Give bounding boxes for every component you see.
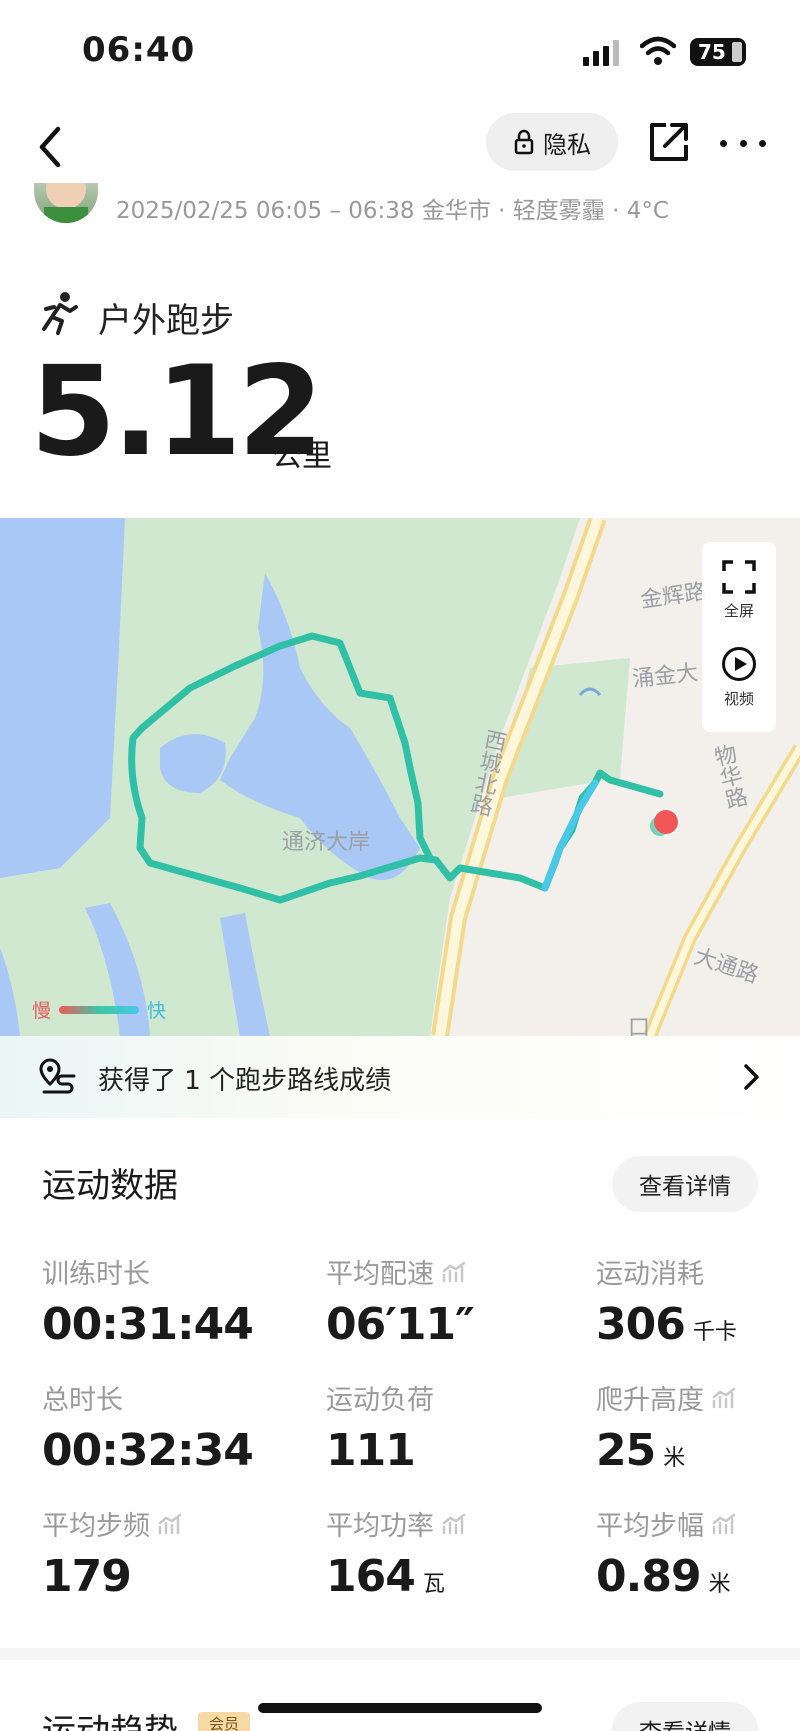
fullscreen-icon (722, 560, 756, 594)
sport-data-title: 运动数据 (42, 1166, 178, 1206)
map-label-lake: 通济大岸 (282, 830, 371, 855)
trend-view-details-button[interactable]: 查看详情 (612, 1702, 758, 1731)
trend-chart-icon (712, 1387, 736, 1408)
metric-value: 00:32:34 (42, 1425, 254, 1476)
fullscreen-label: 全屏 (723, 602, 754, 620)
route-achievement-text: 获得了 1 个跑步路线成绩 (98, 1066, 392, 1096)
metric-label: 运动负荷 (326, 1385, 434, 1416)
status-bar: 06:40 75 (0, 0, 800, 105)
activity-meta: 2025/02/25 06:05 – 06:38 金华市 · 轻度雾霾 · 4°… (116, 198, 669, 224)
wifi-icon (640, 36, 676, 65)
metric-value: 06′11″ (326, 1299, 475, 1350)
metric-label: 平均步频 (42, 1511, 150, 1542)
metric-unit: 米 (663, 1446, 686, 1471)
map-tools: 全屏 视频 (702, 542, 776, 732)
metric-value: 00:31:44 (42, 1299, 254, 1350)
map-label-other-road: 口 (628, 1016, 651, 1036)
metric-unit: 米 (708, 1572, 731, 1597)
metric-label: 平均步幅 (596, 1511, 704, 1542)
fullscreen-button[interactable]: 全屏 (702, 560, 776, 640)
metric-elevation-gain[interactable]: 爬升高度 25 米 (596, 1378, 738, 1476)
battery-level: 75 (698, 40, 726, 64)
running-icon (42, 292, 78, 335)
metric-label: 总时长 (42, 1385, 123, 1416)
pace-legend: 慢 快 (32, 996, 166, 1023)
metric-total-duration: 总时长 00:32:34 (42, 1378, 254, 1476)
metric-avg-cadence[interactable]: 平均步频 179 (42, 1504, 184, 1602)
legend-fast: 快 (147, 1000, 167, 1022)
back-button[interactable] (30, 119, 74, 175)
route-pin-icon (39, 1058, 76, 1094)
metric-label: 爬升高度 (596, 1385, 704, 1416)
metric-value: 306 (596, 1299, 686, 1350)
metric-avg-power[interactable]: 平均功率 164 瓦 (326, 1504, 468, 1602)
metric-value: 179 (42, 1551, 132, 1602)
trend-chart-icon (442, 1261, 466, 1282)
metric-calories: 运动消耗 306 千卡 (596, 1252, 737, 1350)
trend-chart-icon (442, 1513, 466, 1534)
route-map[interactable]: 通济大岸 金辉路 涌金大 西城北路 物华路 大通路 口 全屏 视频 慢 快 (0, 518, 800, 1036)
legend-slow: 慢 (32, 1000, 52, 1022)
metric-avg-pace[interactable]: 平均配速 06′11″ (326, 1252, 475, 1350)
metric-label: 训练时长 (42, 1259, 150, 1290)
video-button[interactable]: 视频 (702, 646, 776, 726)
workout-summary: 户外跑步 5.12 公里 (0, 225, 800, 518)
lock-icon (514, 129, 534, 155)
metric-avg-stride[interactable]: 平均步幅 0.89 米 (596, 1504, 738, 1602)
sport-trend-title: 运动趋势 (42, 1704, 178, 1731)
trend-chart-icon (712, 1513, 736, 1534)
status-time: 06:40 (82, 30, 196, 70)
map-label-yongjin-road: 涌金大 (631, 660, 700, 693)
privacy-label: 隐私 (543, 130, 591, 159)
battery-icon: 75 (690, 38, 746, 66)
share-icon[interactable] (648, 121, 690, 163)
metric-training-duration: 训练时长 00:31:44 (42, 1252, 254, 1350)
cellular-signal-icon (583, 40, 619, 66)
more-options-icon[interactable] (720, 125, 766, 161)
metric-unit: 瓦 (422, 1572, 445, 1597)
home-indicator[interactable] (258, 1703, 542, 1713)
route-achievement-banner[interactable]: 获得了 1 个跑步路线成绩 (0, 1036, 800, 1118)
sport-data-card: 运动数据 查看详情 训练时长 00:31:44 平均配速 06′11″ 运动消耗… (0, 1118, 800, 1648)
distance-unit: 公里 (272, 439, 332, 474)
sport-trend-card: 运动趋势 会员 查看详情 (0, 1660, 800, 1731)
metric-unit: 千卡 (692, 1320, 737, 1345)
privacy-button[interactable]: 隐私 (486, 113, 618, 171)
play-icon (722, 647, 756, 681)
metric-value: 111 (326, 1425, 416, 1476)
legend-gradient (59, 1005, 140, 1014)
metric-label: 平均功率 (326, 1511, 434, 1542)
metric-value: 0.89 (596, 1551, 702, 1602)
metric-training-load: 运动负荷 111 (326, 1378, 434, 1476)
metric-value: 164 (326, 1551, 416, 1602)
chevron-right-icon (744, 1064, 759, 1090)
metric-label: 平均配速 (326, 1259, 434, 1290)
member-badge: 会员 (198, 1712, 250, 1731)
activity-header: 隐私 2025/02/25 06:05 – 06:38 金华市 · 轻度雾霾 ·… (0, 105, 800, 225)
trend-chart-icon (158, 1513, 182, 1534)
metric-value: 25 (596, 1425, 656, 1476)
workout-type: 户外跑步 (98, 301, 234, 341)
metric-label: 运动消耗 (596, 1259, 704, 1290)
avatar[interactable] (34, 183, 98, 223)
video-label: 视频 (723, 690, 754, 708)
view-details-button[interactable]: 查看详情 (612, 1156, 758, 1212)
